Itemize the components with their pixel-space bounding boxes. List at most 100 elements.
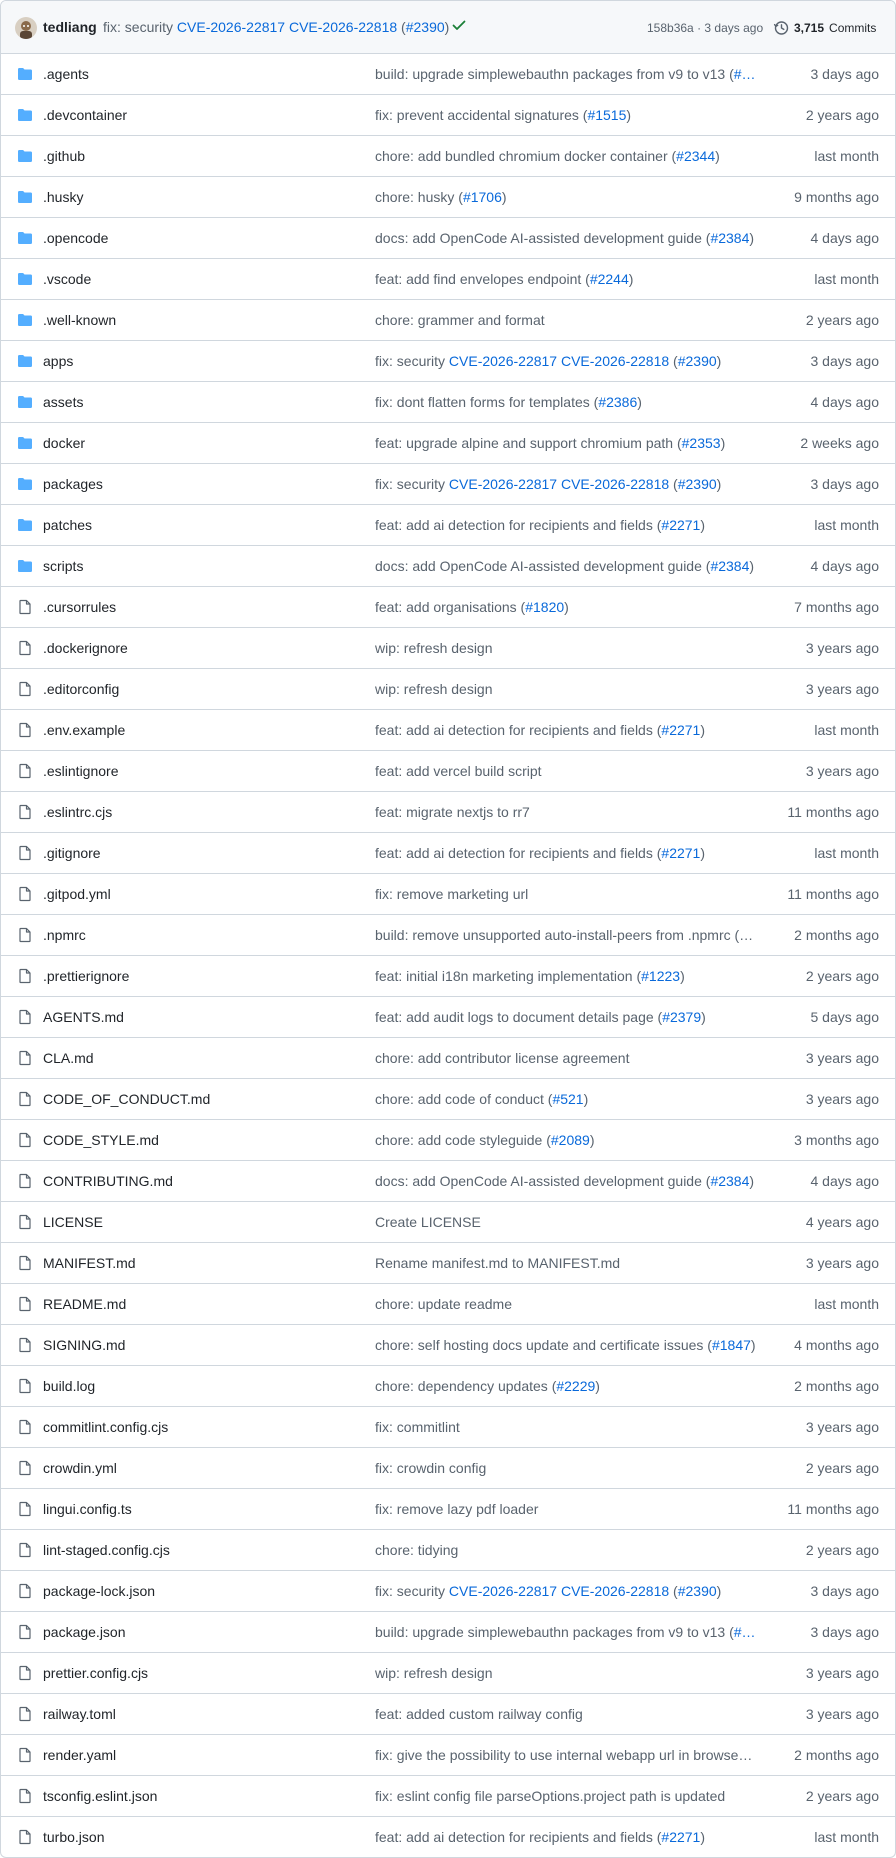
- commit-message-text[interactable]: ): [749, 1173, 754, 1189]
- folder-row[interactable]: .devcontainer fix: prevent accidental sig…: [1, 95, 895, 136]
- folder-row[interactable]: .opencode docs: add OpenCode AI-assisted …: [1, 218, 895, 259]
- commit-message-text[interactable]: ): [502, 189, 507, 205]
- folder-name-link[interactable]: packages: [43, 476, 103, 492]
- folder-row[interactable]: .well-known chore: grammer and format 2 ye…: [1, 300, 895, 341]
- folder-name-link[interactable]: .github: [43, 148, 85, 164]
- file-name-link[interactable]: lint-staged.config.cjs: [43, 1542, 170, 1558]
- commit-message-text[interactable]: chore: add code of conduct (: [375, 1091, 552, 1107]
- commit-message-link[interactable]: #2271: [661, 517, 700, 533]
- folder-row[interactable]: scripts docs: add OpenCode AI-assisted de…: [1, 546, 895, 587]
- commit-message-text[interactable]: ): [749, 558, 754, 574]
- commit-message-text[interactable]: chore: add code styleguide (: [375, 1132, 551, 1148]
- commit-message-link[interactable]: CVE-2026-22817: [449, 476, 557, 492]
- commit-message-link[interactable]: #…: [734, 1624, 756, 1640]
- file-row[interactable]: .editorconfig wip: refresh design 3 years …: [1, 669, 895, 710]
- file-name-link[interactable]: package-lock.json: [43, 1583, 155, 1599]
- commit-message-text[interactable]: build: upgrade simplewebauthn packages f…: [375, 1624, 734, 1640]
- commit-message[interactable]: feat: add ai detection for recipients an…: [375, 722, 757, 738]
- file-name-link[interactable]: MANIFEST.md: [43, 1255, 136, 1271]
- commit-message-text[interactable]: (: [669, 476, 678, 492]
- commit-message-link[interactable]: #2390: [406, 19, 445, 35]
- commit-message-link[interactable]: #2390: [678, 1583, 717, 1599]
- commit-message-text[interactable]: chore: dependency updates (: [375, 1378, 556, 1394]
- file-row[interactable]: railway.toml feat: added custom railway c…: [1, 1694, 895, 1735]
- commit-message-link[interactable]: #1847: [712, 1337, 751, 1353]
- commit-message-text[interactable]: fix: crowdin config: [375, 1460, 486, 1476]
- commit-message-text[interactable]: feat: initial i18n marketing implementat…: [375, 968, 641, 984]
- file-name-link[interactable]: README.md: [43, 1296, 126, 1312]
- commit-message-text[interactable]: wip: refresh design: [375, 681, 493, 697]
- commit-message[interactable]: fix: security CVE-2026-22817 CVE-2026-22…: [375, 1583, 757, 1599]
- commit-message[interactable]: feat: add ai detection for recipients an…: [375, 517, 757, 533]
- commit-message-link[interactable]: #2386: [598, 394, 637, 410]
- file-row[interactable]: LICENSE Create LICENSE 4 years ago: [1, 1202, 895, 1243]
- commit-message-text[interactable]: feat: migrate nextjs to rr7: [375, 804, 530, 820]
- file-row[interactable]: build.log chore: dependency updates (#222…: [1, 1366, 895, 1407]
- commit-message-link[interactable]: #2384: [710, 230, 749, 246]
- commit-message-text[interactable]: ): [717, 353, 722, 369]
- commit-message-text[interactable]: ): [700, 1829, 705, 1845]
- file-name-link[interactable]: .editorconfig: [43, 681, 119, 697]
- commit-message-text[interactable]: fix: remove marketing url: [375, 886, 528, 902]
- commit-message-text[interactable]: Rename manifest.md to MANIFEST.md: [375, 1255, 620, 1271]
- commit-message-text[interactable]: build: remove unsupported auto-install-p…: [375, 927, 753, 943]
- commit-message-link[interactable]: #2390: [678, 353, 717, 369]
- commits-link[interactable]: 3,715 Commits: [773, 17, 876, 39]
- commit-message[interactable]: chore: self hosting docs update and cert…: [375, 1337, 757, 1353]
- commit-message-text[interactable]: ): [680, 968, 685, 984]
- file-row[interactable]: prettier.config.cjs wip: refresh design 3 …: [1, 1653, 895, 1694]
- file-name-link[interactable]: .env.example: [43, 722, 125, 738]
- commit-message-text[interactable]: (: [669, 353, 678, 369]
- folder-row[interactable]: .agents build: upgrade simplewebauthn pac…: [1, 54, 895, 95]
- commit-message-link[interactable]: #1223: [641, 968, 680, 984]
- commit-message-link[interactable]: #1820: [525, 599, 564, 615]
- commit-message-link[interactable]: #2271: [661, 722, 700, 738]
- commit-message-text[interactable]: fix: eslint config file parseOptions.pro…: [375, 1788, 725, 1804]
- commit-message-link[interactable]: #2353: [682, 435, 721, 451]
- commit-message[interactable]: fix: crowdin config: [375, 1460, 757, 1476]
- commit-message-text[interactable]: feat: add ai detection for recipients an…: [375, 1829, 661, 1845]
- commit-message-text[interactable]: feat: add ai detection for recipients an…: [375, 517, 661, 533]
- commit-message[interactable]: chore: add contributor license agreement: [375, 1050, 757, 1066]
- commit-message-link[interactable]: CVE-2026-22818: [561, 353, 669, 369]
- commit-message-text[interactable]: feat: add ai detection for recipients an…: [375, 845, 661, 861]
- commit-message[interactable]: wip: refresh design: [375, 681, 757, 697]
- folder-name-link[interactable]: docker: [43, 435, 85, 451]
- file-name-link[interactable]: .cursorrules: [43, 599, 116, 615]
- commit-message-link[interactable]: #2390: [678, 476, 717, 492]
- commit-message[interactable]: fix: security CVE-2026-22817 CVE-2026-22…: [103, 19, 449, 35]
- commit-message-link[interactable]: #2384: [710, 558, 749, 574]
- commit-message-text[interactable]: chore: self hosting docs update and cert…: [375, 1337, 712, 1353]
- commit-message[interactable]: feat: add ai detection for recipients an…: [375, 1829, 757, 1845]
- file-row[interactable]: .dockerignore wip: refresh design 3 years …: [1, 628, 895, 669]
- file-name-link[interactable]: package.json: [43, 1624, 126, 1640]
- commit-message-text[interactable]: docs: add OpenCode AI-assisted developme…: [375, 1173, 710, 1189]
- file-row[interactable]: .gitignore feat: add ai detection for rec…: [1, 833, 895, 874]
- commit-message-text[interactable]: chore: grammer and format: [375, 312, 545, 328]
- file-row[interactable]: .eslintignore feat: add vercel build scri…: [1, 751, 895, 792]
- commit-message[interactable]: fix: eslint config file parseOptions.pro…: [375, 1788, 757, 1804]
- folder-name-link[interactable]: apps: [43, 353, 73, 369]
- commit-author[interactable]: tedliang: [43, 19, 97, 35]
- commit-message-link[interactable]: CVE-2026-22817: [449, 353, 557, 369]
- commit-message-link[interactable]: #2344: [676, 148, 715, 164]
- commit-message[interactable]: chore: dependency updates (#2229): [375, 1378, 757, 1394]
- folder-row[interactable]: docker feat: upgrade alpine and support c…: [1, 423, 895, 464]
- commit-message[interactable]: build: remove unsupported auto-install-p…: [375, 927, 757, 943]
- commit-message[interactable]: Rename manifest.md to MANIFEST.md: [375, 1255, 757, 1271]
- commit-sha[interactable]: 158b36a: [647, 21, 694, 35]
- commit-message-text[interactable]: feat: add vercel build script: [375, 763, 542, 779]
- folder-name-link[interactable]: .devcontainer: [43, 107, 127, 123]
- file-row[interactable]: lint-staged.config.cjs chore: tidying 2 ye…: [1, 1530, 895, 1571]
- commit-message-link[interactable]: #2379: [662, 1009, 701, 1025]
- file-row[interactable]: .env.example feat: add ai detection for r…: [1, 710, 895, 751]
- commit-message-text[interactable]: docs: add OpenCode AI-assisted developme…: [375, 230, 710, 246]
- commit-message-link[interactable]: #1706: [463, 189, 502, 205]
- commit-message-text[interactable]: fix: give the possibility to use interna…: [375, 1747, 757, 1763]
- folder-row[interactable]: .github chore: add bundled chromium docke…: [1, 136, 895, 177]
- commit-message-link[interactable]: #2271: [661, 1829, 700, 1845]
- file-row[interactable]: commitlint.config.cjs fix: commitlint 3 ye…: [1, 1407, 895, 1448]
- commit-message-text[interactable]: fix: security: [375, 1583, 449, 1599]
- commit-message[interactable]: chore: add code styleguide (#2089): [375, 1132, 757, 1148]
- commit-message-text[interactable]: chore: update readme: [375, 1296, 512, 1312]
